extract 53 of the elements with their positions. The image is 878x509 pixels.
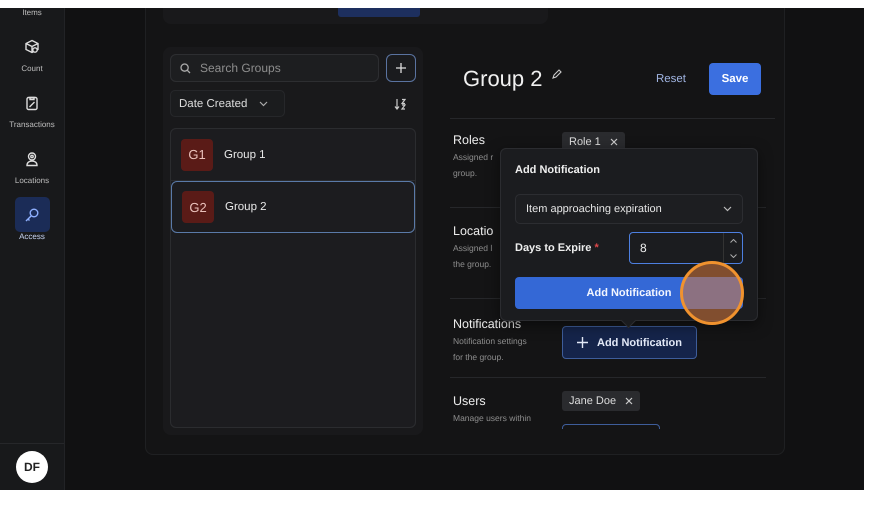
click-highlight bbox=[680, 261, 744, 325]
close-icon[interactable] bbox=[625, 397, 634, 405]
chevron-down-icon bbox=[723, 206, 732, 212]
section-title: Locatio bbox=[453, 223, 494, 239]
chip-label: Role 1 bbox=[569, 136, 601, 148]
section-description: Assigned r bbox=[453, 151, 494, 164]
reset-button[interactable]: Reset bbox=[656, 73, 686, 85]
sidebar-item-label[interactable]: Transactions bbox=[9, 120, 55, 130]
spin-up-icon[interactable] bbox=[730, 238, 736, 242]
location-person-icon bbox=[24, 150, 40, 166]
field-label: Days to Expire * bbox=[515, 242, 599, 254]
plus-icon bbox=[577, 337, 588, 348]
add-group-button[interactable] bbox=[386, 54, 416, 82]
section-title: Notifications bbox=[453, 316, 522, 332]
section-title: Roles bbox=[453, 132, 485, 148]
sort-order-icon[interactable] bbox=[394, 98, 406, 110]
group-badge: G1 bbox=[181, 138, 213, 170]
spin-down-icon[interactable] bbox=[730, 254, 736, 258]
group-list-item[interactable]: G2 Group 2 bbox=[171, 181, 415, 233]
section-description: for the group. bbox=[453, 351, 504, 364]
package-icon bbox=[24, 38, 40, 54]
group-name: Group 2 bbox=[225, 201, 267, 213]
pencil-icon[interactable] bbox=[552, 69, 562, 79]
chip-label: Jane Doe bbox=[569, 395, 616, 407]
popup-title: Add Notification bbox=[515, 164, 601, 178]
clipboard-icon bbox=[24, 94, 40, 110]
sort-dropdown[interactable]: Date Created bbox=[170, 90, 285, 117]
group-title: Group 2 bbox=[463, 66, 542, 92]
plus-icon bbox=[396, 63, 406, 73]
user-avatar[interactable]: DF bbox=[16, 451, 48, 483]
group-list-item[interactable]: G1 Group 1 bbox=[171, 129, 415, 181]
section-description: group. bbox=[453, 167, 478, 180]
chevron-down-icon bbox=[259, 100, 268, 106]
sidebar-item-label[interactable]: Items bbox=[22, 8, 42, 18]
days-input-field[interactable]: 8 bbox=[629, 232, 743, 264]
group-badge: G2 bbox=[182, 191, 214, 223]
key-icon bbox=[24, 206, 40, 222]
sidebar-item-label[interactable]: Count bbox=[21, 64, 43, 74]
add-notification-button[interactable]: Add Notification bbox=[562, 326, 697, 359]
section-description: Assigned l bbox=[453, 242, 492, 255]
search-field[interactable]: Search Groups bbox=[170, 54, 379, 82]
group-name: Group 1 bbox=[224, 148, 266, 160]
sidebar-item-background[interactable] bbox=[14, 197, 50, 232]
notification-type-select[interactable]: Item approaching expiration bbox=[515, 194, 743, 224]
close-icon[interactable] bbox=[610, 138, 618, 146]
save-button[interactable]: Save bbox=[709, 63, 761, 95]
sidebar-item-label[interactable]: Access bbox=[19, 232, 45, 242]
add-notification-submit-button[interactable]: Add Notification bbox=[515, 277, 743, 309]
sidebar-item-label[interactable]: Locations bbox=[14, 176, 50, 186]
section-description: Notification settings bbox=[453, 335, 527, 348]
section-description: the group. bbox=[453, 258, 492, 271]
section-description: Manage users within bbox=[453, 412, 531, 425]
section-title: Users bbox=[453, 393, 486, 409]
